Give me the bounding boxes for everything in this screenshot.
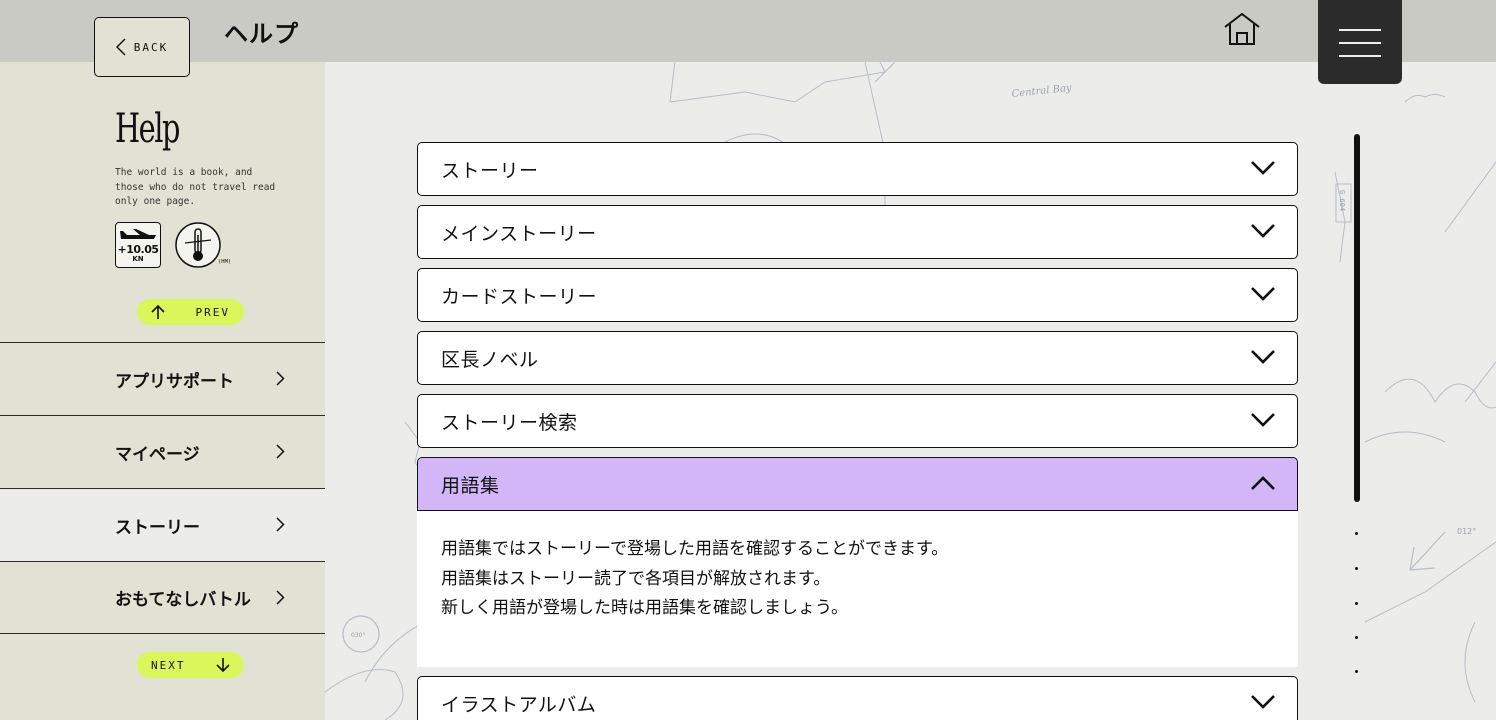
map-compass-label: 030° (351, 632, 365, 639)
menu-line-icon (1339, 29, 1381, 31)
speed-unit: KN (132, 255, 144, 263)
accordion-item-illustration-album[interactable]: イラストアルバム (417, 676, 1298, 720)
scroll-track-dot (1355, 532, 1358, 535)
prev-label: PREV (195, 305, 230, 319)
chevron-down-icon (1251, 413, 1275, 427)
help-category-nav: アプリサポート マイページ ストーリー おもてなしバトル (0, 342, 325, 634)
faq-accordion: ストーリー メインストーリー カードストーリー 区長ノベル ストーリー検索 用語… (417, 142, 1298, 720)
accordion-item-label: メインストーリー (441, 222, 597, 245)
temp-unit: (HM) (218, 259, 232, 265)
menu-line-icon (1339, 42, 1381, 44)
home-button[interactable] (1222, 11, 1262, 47)
accordion-item-label: カードストーリー (441, 285, 598, 308)
accordion-item-label: ストーリー (441, 159, 539, 182)
map-bearing-label: 012° (1457, 527, 1476, 536)
next-label: NEXT (151, 658, 186, 672)
chevron-right-icon (276, 517, 285, 532)
chevron-up-icon (1251, 476, 1275, 490)
scroll-track-dot (1355, 602, 1358, 605)
accordion-item-main-story[interactable]: メインストーリー (417, 205, 1298, 259)
sidebar-heading: Help (115, 106, 180, 152)
scroll-track-dot (1355, 670, 1358, 673)
sidebar-item-app-support[interactable]: アプリサポート (0, 342, 325, 415)
thermometer-icon (175, 222, 221, 268)
glossary-text-line: 用語集ではストーリーで登場した用語を確認することができます。 (441, 539, 949, 559)
sidebar-item-story[interactable]: ストーリー (0, 488, 325, 561)
back-button[interactable]: BACK (94, 17, 190, 77)
scrollbar-thumb[interactable] (1354, 134, 1360, 502)
sidebar-item-label: アプリサポート (115, 371, 234, 392)
glossary-text-line: 用語集はストーリー読了で各項目が解放されます。 (441, 568, 831, 589)
sidebar-item-my-page[interactable]: マイページ (0, 415, 325, 488)
arrow-down-icon (216, 658, 230, 673)
thermometer-badge: (HM) (175, 221, 231, 269)
scroll-track-dot (1355, 636, 1358, 639)
sidebar-item-label: マイページ (115, 444, 200, 465)
main-content: G 604 Central Bay 012° 030° ストーリー メインストー… (325, 62, 1496, 720)
scroll-track-dot (1355, 567, 1358, 570)
accordion-item-story[interactable]: ストーリー (417, 142, 1298, 196)
menu-line-icon (1339, 55, 1381, 57)
top-header: ヘルプ (0, 0, 1496, 62)
next-button[interactable]: NEXT (137, 652, 244, 678)
chevron-down-icon (1251, 161, 1275, 175)
accordion-item-card-story[interactable]: カードストーリー (417, 268, 1298, 322)
sidebar-description: The world is a book, and those who do no… (115, 167, 276, 207)
sidebar: Help The world is a book, and those who … (0, 62, 325, 720)
accordion-item-glossary[interactable]: 用語集 (417, 457, 1298, 511)
sidebar-item-omotenashi-battle[interactable]: おもてなしバトル (0, 561, 325, 634)
chevron-down-icon (1251, 350, 1275, 364)
chevron-right-icon (276, 590, 285, 605)
chevron-down-icon (1251, 224, 1275, 238)
home-icon (1224, 12, 1260, 45)
accordion-panel-glossary: 用語集ではストーリーで登場した用語を確認することができます。 用語集はストーリー… (417, 511, 1298, 667)
chevron-down-icon (1251, 695, 1275, 709)
chevron-right-icon (276, 444, 285, 459)
accordion-item-label: イラストアルバム (441, 693, 597, 716)
accordion-item-label: 用語集 (441, 474, 500, 497)
chevron-down-icon (1251, 287, 1275, 301)
hamburger-menu-button[interactable] (1318, 0, 1402, 84)
prev-button[interactable]: PREV (137, 299, 244, 325)
map-route-label: G 604 (1338, 190, 1346, 211)
accordion-item-ward-novel[interactable]: 区長ノベル (417, 331, 1298, 385)
back-label: BACK (133, 40, 169, 54)
accordion-item-story-search[interactable]: ストーリー検索 (417, 394, 1298, 448)
accordion-item-label: ストーリー検索 (441, 411, 578, 434)
page-title: ヘルプ (224, 20, 299, 48)
plane-icon (120, 229, 156, 239)
glossary-text-line: 新しく用語が登場した時は用語集を確認しましょう。 (441, 598, 848, 618)
chevron-left-icon (115, 38, 126, 56)
sidebar-item-label: ストーリー (115, 517, 200, 538)
chevron-right-icon (276, 371, 285, 386)
accordion-item-label: 区長ノベル (441, 348, 539, 371)
map-bay-label: Central Bay (1011, 83, 1072, 100)
speed-badge: +10.05 KN (115, 222, 161, 268)
sidebar-item-label: おもてなしバトル (115, 590, 251, 610)
arrow-up-icon (151, 304, 165, 319)
